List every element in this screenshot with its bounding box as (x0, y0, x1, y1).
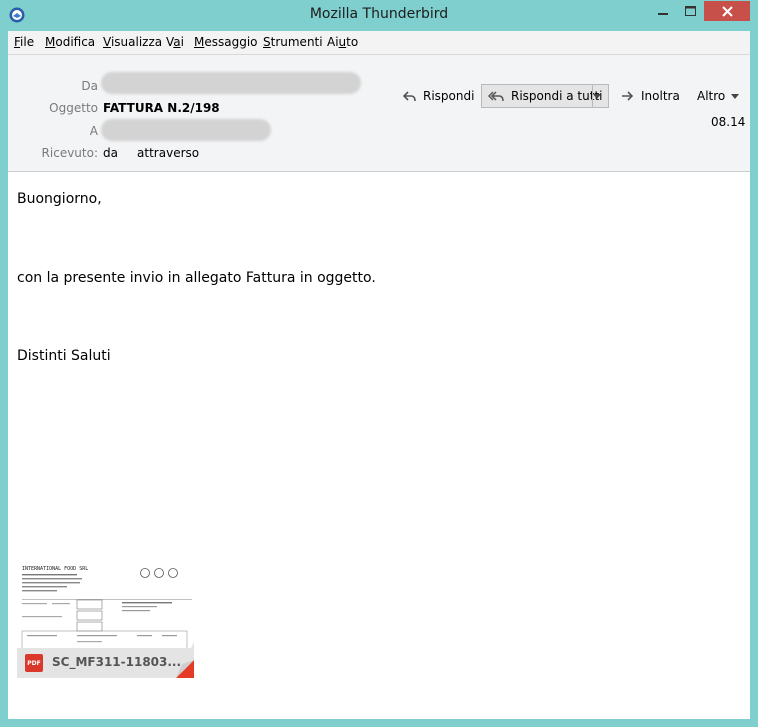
menu-view[interactable]: Visualizza (103, 35, 162, 49)
more-button[interactable]: Altro (697, 84, 746, 108)
body-greeting: Buongiorno, (17, 191, 102, 207)
from-redacted (101, 72, 361, 94)
forward-label: Inoltra (641, 89, 680, 103)
menu-message[interactable]: Messaggio (194, 35, 258, 49)
received-value: da attraverso (103, 146, 200, 160)
attachment-thumbnail: INTERNATIONAL FOOD SRL (17, 560, 194, 650)
chevron-down-icon (593, 93, 601, 99)
reply-all-dropdown[interactable] (592, 85, 608, 107)
attachment-card[interactable]: INTERNATIONAL FOOD SRL PDF SC_MF311-1180… (17, 560, 194, 678)
minimize-button[interactable] (650, 1, 676, 21)
forward-button[interactable]: Inoltra (622, 84, 680, 108)
maximize-button[interactable] (677, 1, 703, 21)
window-title: Mozilla Thunderbird (309, 6, 449, 22)
reply-all-button[interactable]: Rispondi a tutti (481, 84, 609, 108)
minimize-icon (658, 13, 668, 15)
to-redacted (101, 119, 271, 141)
maximize-icon (684, 6, 696, 16)
close-icon (721, 5, 733, 17)
body-line: con la presente invio in allegato Fattur… (17, 270, 376, 286)
body-closing: Distinti Saluti (17, 348, 111, 364)
menu-help[interactable]: Aiuto (327, 35, 358, 49)
reply-icon (403, 90, 416, 101)
title-bar[interactable]: Mozilla Thunderbird (0, 0, 758, 31)
reply-button[interactable]: Rispondi (403, 84, 474, 108)
app-window: Mozilla Thunderbird File Modifica Visual… (0, 0, 758, 727)
close-window-button[interactable] (704, 1, 750, 21)
subject-value: FATTURA N.2/198 (103, 101, 220, 115)
pdf-icon: PDF (25, 654, 43, 672)
menu-tools[interactable]: Strumenti (263, 35, 323, 49)
more-label: Altro (697, 89, 726, 103)
menu-file[interactable]: File (14, 35, 34, 49)
reply-all-label: Rispondi a tutti (511, 89, 603, 103)
to-label: A (89, 124, 98, 138)
menu-go[interactable]: Vai (166, 35, 184, 49)
reply-all-icon (488, 90, 504, 101)
page-curl-icon (176, 642, 194, 678)
forward-icon (622, 91, 634, 101)
reply-label: Rispondi (423, 89, 475, 103)
subject-label: Oggetto (49, 101, 98, 115)
message-header: Da Oggetto FATTURA N.2/198 A Ricevuto: d… (8, 55, 750, 172)
from-label: Da (81, 79, 98, 93)
menu-bar: File Modifica Visualizza Vai Messaggio S… (8, 31, 750, 55)
attachment-name[interactable]: SC_MF311-11803... (52, 655, 181, 669)
message-time: 08.14 (711, 115, 746, 129)
menu-edit[interactable]: Modifica (45, 35, 95, 49)
client-area: File Modifica Visualizza Vai Messaggio S… (8, 31, 750, 719)
received-label: Ricevuto: (41, 146, 98, 160)
thumb-heading: INTERNATIONAL FOOD SRL (22, 566, 88, 572)
chevron-down-icon (731, 93, 740, 99)
